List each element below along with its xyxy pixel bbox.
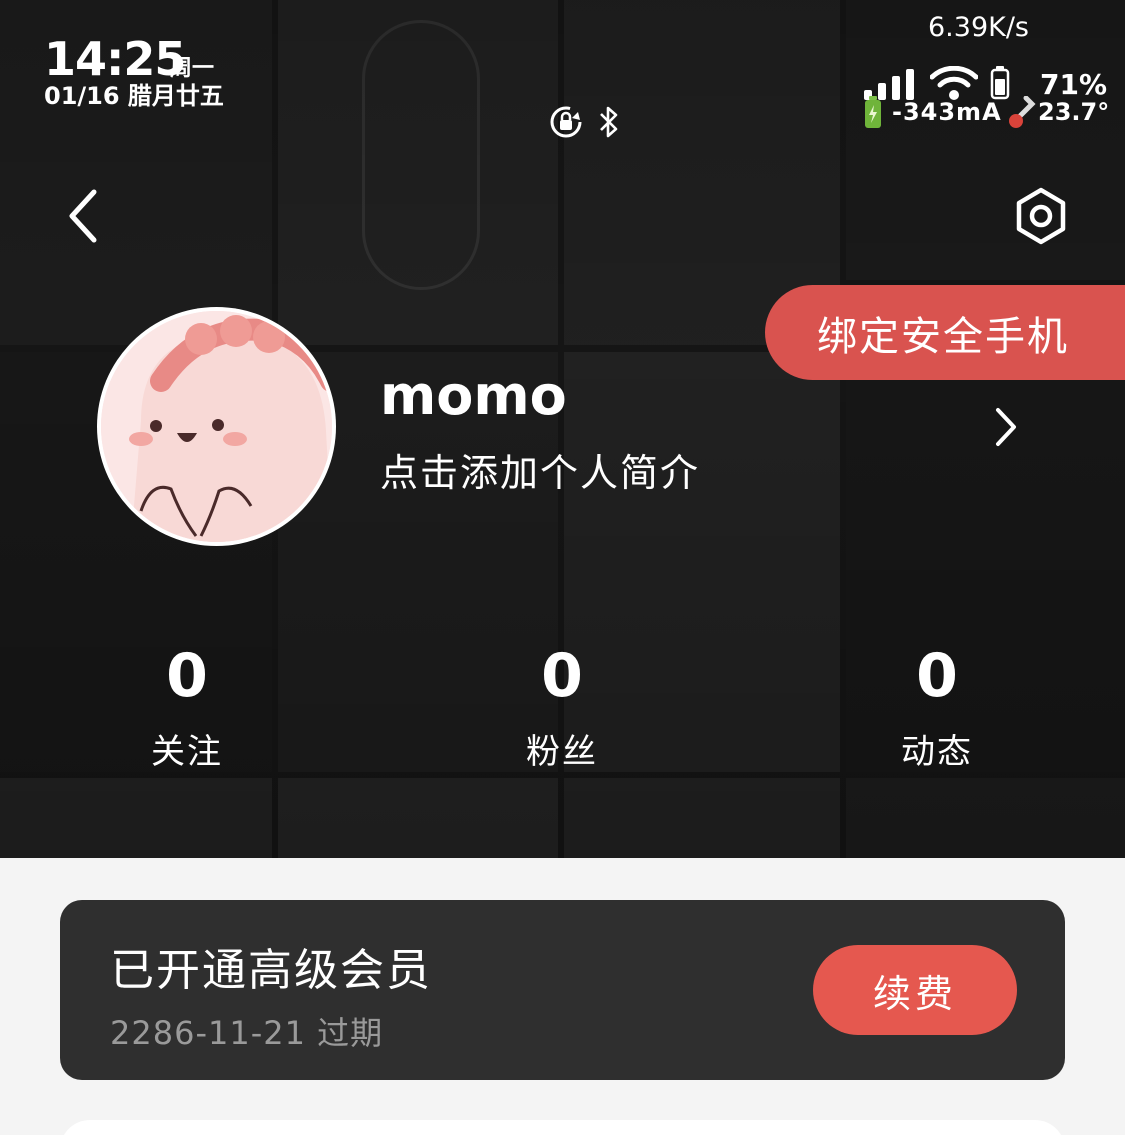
gear-icon (1016, 187, 1066, 245)
network-speed: 6.39K/s (928, 12, 1029, 43)
rotation-lock-icon (550, 106, 582, 138)
stat-label: 关注 (151, 732, 223, 772)
stat-label: 粉丝 (526, 732, 598, 772)
next-section-card (60, 1120, 1065, 1135)
username: momo (380, 364, 567, 427)
renew-button[interactable]: 续费 (813, 945, 1017, 1035)
stat-following[interactable]: 0 关注 (87, 640, 287, 773)
settings-button[interactable] (1012, 186, 1070, 246)
bio-placeholder[interactable]: 点击添加个人简介 (380, 442, 700, 497)
stat-value: 0 (166, 641, 208, 711)
wifi-icon (930, 66, 978, 100)
charging-battery-icon (865, 96, 881, 128)
battery-icon (990, 66, 1010, 100)
stat-posts[interactable]: 0 动态 (837, 640, 1037, 773)
battery-current: -343mA (892, 98, 1002, 126)
status-mid-icons (548, 104, 620, 140)
chevron-right-icon (996, 408, 1016, 446)
bluetooth-icon (600, 106, 618, 138)
status-date: 01/16 腊月廿五 (44, 82, 224, 110)
membership-title: 已开通高级会员 (110, 945, 432, 996)
membership-card: 已开通高级会员 2286-11-21 过期 续费 (60, 900, 1065, 1080)
avatar-image (101, 311, 332, 542)
avatar[interactable] (97, 307, 336, 546)
battery-percent: 71% (1040, 68, 1108, 101)
stat-value: 0 (916, 641, 958, 711)
stat-value: 0 (541, 641, 583, 711)
chevron-left-icon (69, 189, 97, 243)
avatar-illustration (101, 311, 332, 542)
back-button[interactable] (58, 186, 114, 246)
membership-expiry: 2286-11-21 过期 (110, 1014, 384, 1052)
status-right-icons (862, 66, 1010, 100)
stat-label: 动态 (901, 732, 973, 772)
thermometer-icon (1009, 96, 1036, 128)
device-temperature: 23.7° (1038, 98, 1110, 126)
stat-followers[interactable]: 0 粉丝 (462, 640, 662, 773)
